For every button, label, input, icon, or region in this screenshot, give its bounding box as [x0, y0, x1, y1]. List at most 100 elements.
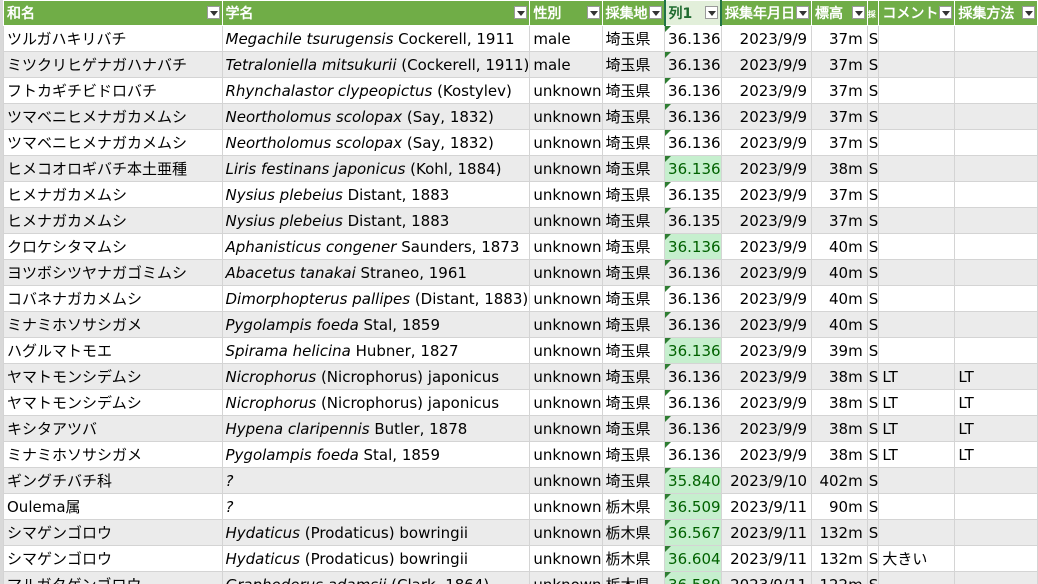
cell-jp[interactable]: クロケシタマムシ [3, 233, 223, 260]
cell-elev[interactable]: 38m [811, 415, 868, 442]
cell-comment[interactable] [878, 207, 956, 234]
cell-date[interactable]: 2023/9/9 [720, 77, 813, 104]
col-header-date[interactable]: 採集年月日 [720, 0, 813, 26]
cell-sci-name[interactable]: Nicrophorus (Nicrophorus) japonicus [221, 363, 531, 390]
cell-s[interactable]: S [866, 285, 880, 312]
cell-sex[interactable]: unknown [529, 545, 603, 572]
cell-pref[interactable]: 埼玉県 [601, 77, 666, 104]
cell-lat[interactable]: 36.136 [664, 129, 722, 156]
cell-comment[interactable]: LT [878, 415, 956, 442]
cell-jp[interactable]: ヒメナガカメムシ [3, 181, 223, 208]
cell-pref[interactable]: 埼玉県 [601, 155, 666, 182]
cell-sci-name[interactable]: Liris festinans japonicus (Kohl, 1884) [221, 155, 531, 182]
cell-comment[interactable] [878, 311, 956, 338]
cell-s[interactable]: S [866, 415, 880, 442]
cell-jp[interactable]: ヨツボシツヤナガゴミムシ [3, 259, 223, 286]
cell-comment[interactable] [878, 129, 956, 156]
cell-lat[interactable]: 36.136 [664, 77, 722, 104]
filter-dropdown-icon[interactable] [851, 6, 865, 19]
cell-method[interactable] [954, 207, 1038, 234]
cell-jp[interactable]: ヤマトモンシデムシ [3, 363, 223, 390]
cell-lat[interactable]: 36.136 [664, 103, 722, 130]
cell-s[interactable]: S [866, 259, 880, 286]
cell-pref[interactable]: 埼玉県 [601, 285, 666, 312]
cell-date[interactable]: 2023/9/9 [720, 233, 813, 260]
cell-pref[interactable]: 埼玉県 [601, 441, 666, 468]
cell-elev[interactable]: 39m [811, 337, 868, 364]
cell-lat[interactable]: 35.840 [664, 467, 722, 494]
cell-sex[interactable]: unknown [529, 467, 603, 494]
cell-elev[interactable]: 37m [811, 103, 868, 130]
cell-sex[interactable]: unknown [529, 519, 603, 546]
cell-s[interactable]: S [866, 155, 880, 182]
cell-jp[interactable]: Oulema属 [3, 493, 223, 520]
cell-date[interactable]: 2023/9/11 [720, 493, 813, 520]
cell-method[interactable] [954, 77, 1038, 104]
cell-s[interactable]: S [866, 311, 880, 338]
cell-method[interactable] [954, 181, 1038, 208]
cell-jp[interactable]: フトカギチビドロバチ [3, 77, 223, 104]
cell-method[interactable]: LT [954, 363, 1038, 390]
cell-s[interactable]: S [866, 77, 880, 104]
cell-method[interactable] [954, 129, 1038, 156]
cell-lat[interactable]: 36.136 [664, 155, 722, 182]
cell-date[interactable]: 2023/9/9 [720, 51, 813, 78]
cell-pref[interactable]: 栃木県 [601, 519, 666, 546]
cell-elev[interactable]: 38m [811, 155, 868, 182]
cell-method[interactable]: LT [954, 389, 1038, 416]
cell-sex[interactable]: unknown [529, 441, 603, 468]
cell-lat[interactable]: 36.136 [664, 337, 722, 364]
cell-sex[interactable]: unknown [529, 311, 603, 338]
cell-date[interactable]: 2023/9/9 [720, 207, 813, 234]
col-header-comment[interactable]: コメント [878, 0, 956, 26]
cell-sci-name[interactable]: Abacetus tanakai Straneo, 1961 [221, 259, 531, 286]
cell-s[interactable]: S [866, 545, 880, 572]
cell-sex[interactable]: unknown [529, 389, 603, 416]
cell-sci-name[interactable]: Aphanisticus congener Saunders, 1873 [221, 233, 531, 260]
filter-dropdown-icon[interactable] [514, 6, 528, 19]
cell-date[interactable]: 2023/9/9 [720, 259, 813, 286]
cell-jp[interactable]: シマゲンゴロウ [3, 545, 223, 572]
cell-comment[interactable] [878, 285, 956, 312]
cell-method[interactable] [954, 311, 1038, 338]
cell-s[interactable]: S [866, 233, 880, 260]
cell-sex[interactable]: unknown [529, 337, 603, 364]
cell-sex[interactable]: unknown [529, 155, 603, 182]
cell-jp[interactable]: ツマベニヒメナガカメムシ [3, 103, 223, 130]
cell-method[interactable] [954, 545, 1038, 572]
cell-date[interactable]: 2023/9/9 [720, 25, 813, 52]
cell-lat[interactable]: 36.136 [664, 389, 722, 416]
cell-date[interactable]: 2023/9/9 [720, 415, 813, 442]
cell-sex[interactable]: unknown [529, 77, 603, 104]
cell-comment[interactable] [878, 155, 956, 182]
cell-date[interactable]: 2023/9/9 [720, 155, 813, 182]
cell-jp[interactable]: ミナミホソサシガメ [3, 441, 223, 468]
filter-dropdown-icon[interactable] [796, 6, 810, 19]
cell-elev[interactable]: 37m [811, 51, 868, 78]
cell-sci-name[interactable]: Spirama helicina Hubner, 1827 [221, 337, 531, 364]
cell-sex[interactable]: unknown [529, 493, 603, 520]
cell-sci-name[interactable]: Hypena claripennis Butler, 1878 [221, 415, 531, 442]
cell-jp[interactable]: ツルガハキリバチ [3, 25, 223, 52]
filter-dropdown-icon[interactable] [939, 6, 953, 19]
cell-lat[interactable]: 36.136 [664, 311, 722, 338]
cell-s[interactable]: S [866, 181, 880, 208]
cell-pref[interactable]: 埼玉県 [601, 129, 666, 156]
cell-jp[interactable]: ツマベニヒメナガカメムシ [3, 129, 223, 156]
cell-s[interactable]: S [866, 519, 880, 546]
cell-comment[interactable] [878, 259, 956, 286]
cell-sci-name[interactable]: Nicrophorus (Nicrophorus) japonicus [221, 389, 531, 416]
cell-elev[interactable]: 40m [811, 311, 868, 338]
cell-elev[interactable]: 38m [811, 441, 868, 468]
cell-jp[interactable]: ヤマトモンシデムシ [3, 389, 223, 416]
cell-pref[interactable]: 埼玉県 [601, 415, 666, 442]
cell-method[interactable] [954, 493, 1038, 520]
cell-comment[interactable] [878, 493, 956, 520]
cell-sci-name[interactable]: Graphoderus adamsii (Clark, 1864) [221, 571, 531, 584]
cell-elev[interactable]: 38m [811, 389, 868, 416]
cell-date[interactable]: 2023/9/9 [720, 441, 813, 468]
filter-dropdown-icon[interactable] [1022, 6, 1035, 19]
cell-sci-name[interactable]: Hydaticus (Prodaticus) bowringii [221, 519, 531, 546]
cell-lat[interactable]: 36.135 [664, 207, 722, 234]
cell-method[interactable] [954, 337, 1038, 364]
